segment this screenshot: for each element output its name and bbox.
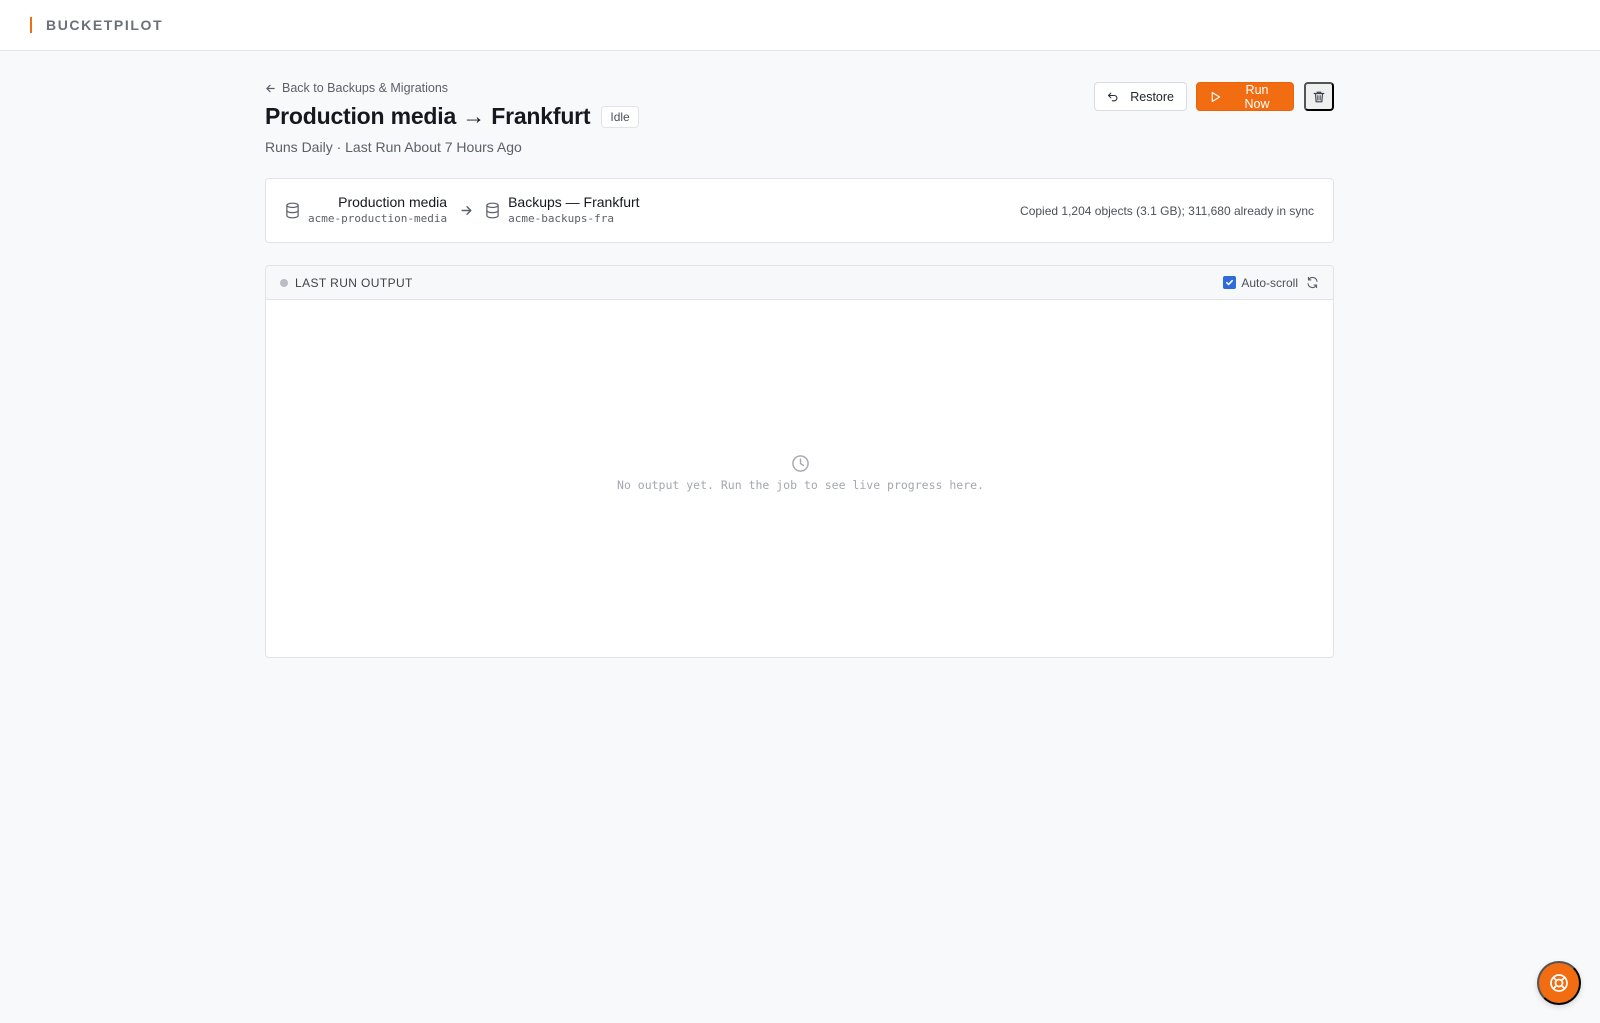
help-button[interactable] — [1537, 961, 1581, 1005]
title-row: Production media → Frankfurt Idle — [265, 103, 639, 130]
page-title: Production media → Frankfurt — [265, 103, 591, 129]
brand-name[interactable]: BUCKETPILOT — [46, 17, 163, 33]
run-now-button[interactable]: Run Now — [1196, 82, 1294, 111]
undo-icon — [1107, 92, 1118, 101]
status-badge: Idle — [601, 105, 639, 128]
source-bucket-name: Production media — [338, 194, 448, 210]
lifebuoy-icon — [1550, 974, 1568, 992]
check-icon — [1226, 279, 1234, 286]
output-title: LAST RUN OUTPUT — [295, 275, 413, 290]
autoscroll-checkbox[interactable] — [1223, 276, 1237, 289]
source-bucket[interactable]: Production media acme-production-media — [285, 194, 447, 227]
database-icon — [286, 202, 299, 219]
refresh-icon[interactable] — [1306, 276, 1319, 289]
output-header: LAST RUN OUTPUT Auto-scroll — [266, 266, 1333, 300]
arrow-right-icon — [460, 204, 473, 217]
route-card: Production media acme-production-media B… — [265, 178, 1334, 243]
status-dot — [280, 278, 288, 287]
delete-button[interactable] — [1304, 82, 1334, 111]
clock-icon — [792, 455, 809, 472]
trash-icon — [1313, 91, 1325, 102]
restore-button-label: Restore — [1130, 89, 1174, 104]
database-icon — [486, 202, 499, 219]
job-schedule: Runs Daily · Last Run About 7 Hours Ago — [265, 139, 522, 155]
source-bucket-id: acme-production-media — [308, 212, 448, 225]
destination-bucket-text: Backups — Frankfurt acme-backups-fra — [508, 194, 640, 227]
autoscroll-toggle[interactable]: Auto-scroll — [1223, 276, 1298, 290]
sync-summary: Copied 1,204 objects (3.1 GB); 311,680 a… — [1020, 203, 1314, 218]
source-bucket-text: Production media acme-production-media — [308, 194, 447, 227]
back-link[interactable]: Back to Backups & Migrations — [265, 81, 448, 95]
arrow-left-icon — [266, 84, 275, 92]
play-icon — [1211, 91, 1221, 102]
destination-bucket-name: Backups — Frankfurt — [508, 194, 640, 210]
empty-message: No output yet. Run the job to see live p… — [617, 478, 984, 492]
back-link-label: Back to Backups & Migrations — [282, 81, 449, 95]
job-actions: Restore Run Now — [1094, 82, 1334, 111]
destination-bucket-id: acme-backups-fra — [508, 212, 615, 225]
empty-state: No output yet. Run the job to see live p… — [266, 454, 1333, 492]
run-now-button-label: Run Now — [1244, 82, 1270, 111]
brand-mark — [30, 17, 32, 33]
restore-button[interactable]: Restore — [1094, 82, 1187, 111]
autoscroll-label: Auto-scroll — [1241, 275, 1298, 290]
top-bar: BUCKETPILOT — [0, 0, 1600, 51]
output-panel: LAST RUN OUTPUT Auto-scroll No output ye… — [265, 265, 1334, 658]
destination-bucket[interactable]: Backups — Frankfurt acme-backups-fra — [485, 194, 640, 227]
